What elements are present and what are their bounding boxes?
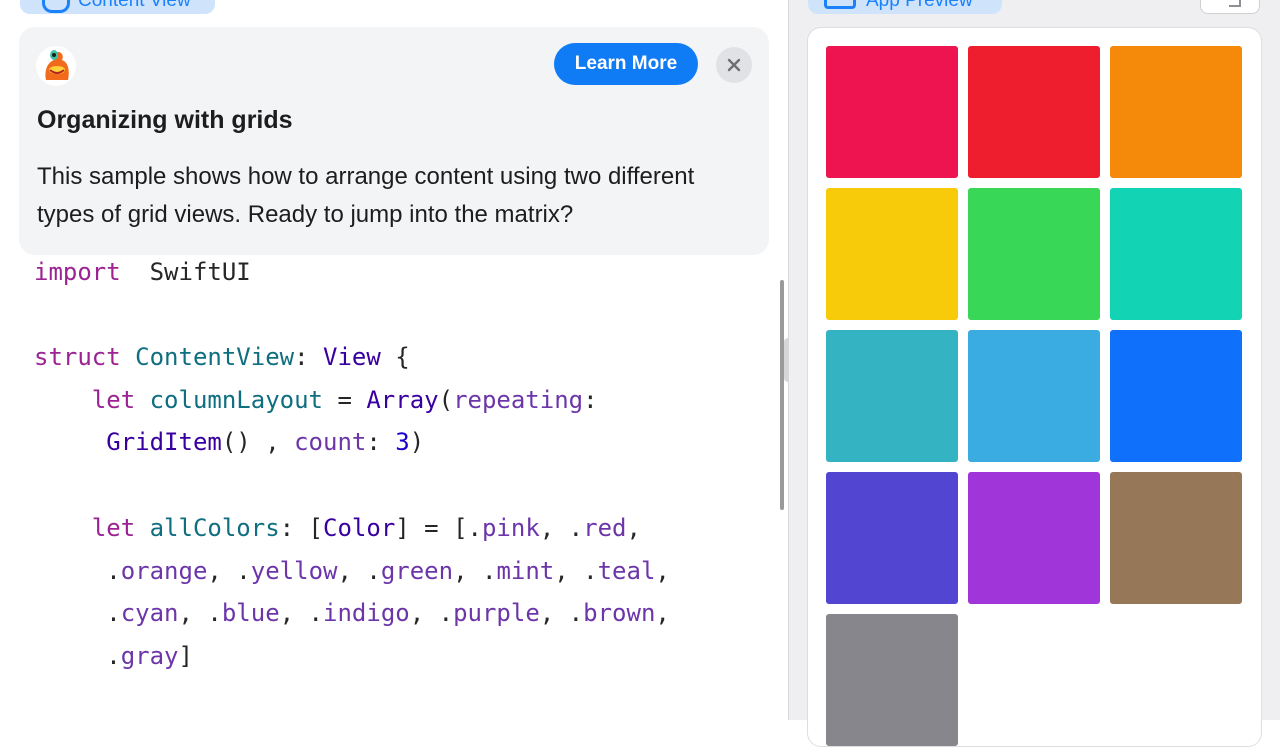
code-token: , . [207,557,251,585]
color-tile-blue [1110,330,1242,462]
color-tile-brown [1110,472,1242,604]
code-token: purple [453,599,540,627]
code-token: repeating [453,386,584,414]
learn-more-button[interactable]: Learn More [554,43,698,85]
code-token: ] [178,642,193,670]
close-tip-button[interactable] [716,47,752,83]
code-token: red [583,514,627,542]
color-tile-indigo [826,472,958,604]
color-tile-purple [968,472,1100,604]
code-token: , . [409,599,454,627]
app-preview-tab-label: App Preview [866,0,973,11]
code-token: : [ [279,514,324,542]
code-token: ( [438,386,454,414]
code-token: gray [120,642,179,670]
code-token: yellow [250,557,338,585]
code-line: import SwiftUI [34,257,251,287]
code-line: .gray] [34,641,193,671]
code-line: GridItem() , count: 3) [34,427,424,457]
code-token: SwiftUI [120,258,251,286]
color-tile-green [968,188,1100,320]
code-line: .cyan, .blue, .indigo, .purple, .brown, [34,598,670,628]
code-token: . [34,557,121,585]
expand-icon [1229,0,1241,7]
code-token: orange [120,557,208,585]
bubble-icon [42,0,70,13]
close-icon [727,58,741,72]
color-tile-cyan [968,330,1100,462]
code-token: , [626,514,641,542]
code-token: let [91,386,136,414]
code-token: , . [539,514,584,542]
code-token: View [323,343,381,371]
code-token: import [34,258,121,286]
device-icon [824,0,856,9]
code-token: Array [366,386,439,414]
code-token: . [34,599,121,627]
content-view-tab[interactable]: Content View [20,0,215,14]
code-token: cyan [120,599,179,627]
code-token: 3 [395,428,410,456]
color-tile-red [968,46,1100,178]
code-line: .orange, .yellow, .green, .mint, .teal, [34,556,670,586]
color-tile-pink [826,46,958,178]
code-token: { [380,343,410,371]
code-token: struct [34,343,121,371]
code-token: Color [323,514,396,542]
tip-title: Organizing with grids [37,106,293,134]
code-token: , [655,557,670,585]
code-token: = [323,386,367,414]
code-token: , [655,599,670,627]
code-token: blue [221,599,280,627]
editor-pane: Content View Learn More Organizing with … [0,0,788,720]
code-token: : [583,386,598,414]
code-token: () , [221,428,295,456]
expand-preview-button[interactable] [1200,0,1260,14]
code-token: ) [409,428,425,456]
code-token: allColors [149,514,280,542]
code-token: . [34,642,121,670]
color-tile-mint [1110,188,1242,320]
code-token: pink [481,514,540,542]
code-token: indigo [323,599,410,627]
code-token: , . [178,599,222,627]
app-preview-canvas [807,27,1262,747]
code-token: columnLayout [149,386,323,414]
code-token: green [380,557,454,585]
code-token: , . [554,557,598,585]
color-tile-gray [826,614,958,746]
color-tile-yellow [826,188,958,320]
code-token: : [366,428,396,456]
editor-scrollbar[interactable] [780,280,784,510]
code-token: let [91,514,136,542]
code-token: ContentView [135,343,295,371]
app-preview-tab[interactable]: App Preview [808,0,1002,14]
color-tile-orange [1110,46,1242,178]
code-token: mint [496,557,555,585]
code-token: : [294,343,324,371]
code-token: , . [539,599,584,627]
code-line: let columnLayout = Array(repeating: [34,385,598,415]
code-token: teal [597,557,656,585]
code-token: ] = [. [395,514,482,542]
code-line: struct ContentView: View { [34,342,410,372]
mascot-icon [36,46,76,86]
color-tile-teal [826,330,958,462]
tip-body: This sample shows how to arrange content… [37,163,695,228]
code-token: GridItem [106,428,222,456]
code-token: , . [279,599,324,627]
code-token: count [294,428,367,456]
code-line: let allColors: [Color] = [.pink, .red, [34,513,641,543]
code-token: , . [337,557,381,585]
content-view-tab-label: Content View [78,0,191,11]
code-token: brown [583,599,656,627]
code-token: , . [453,557,497,585]
